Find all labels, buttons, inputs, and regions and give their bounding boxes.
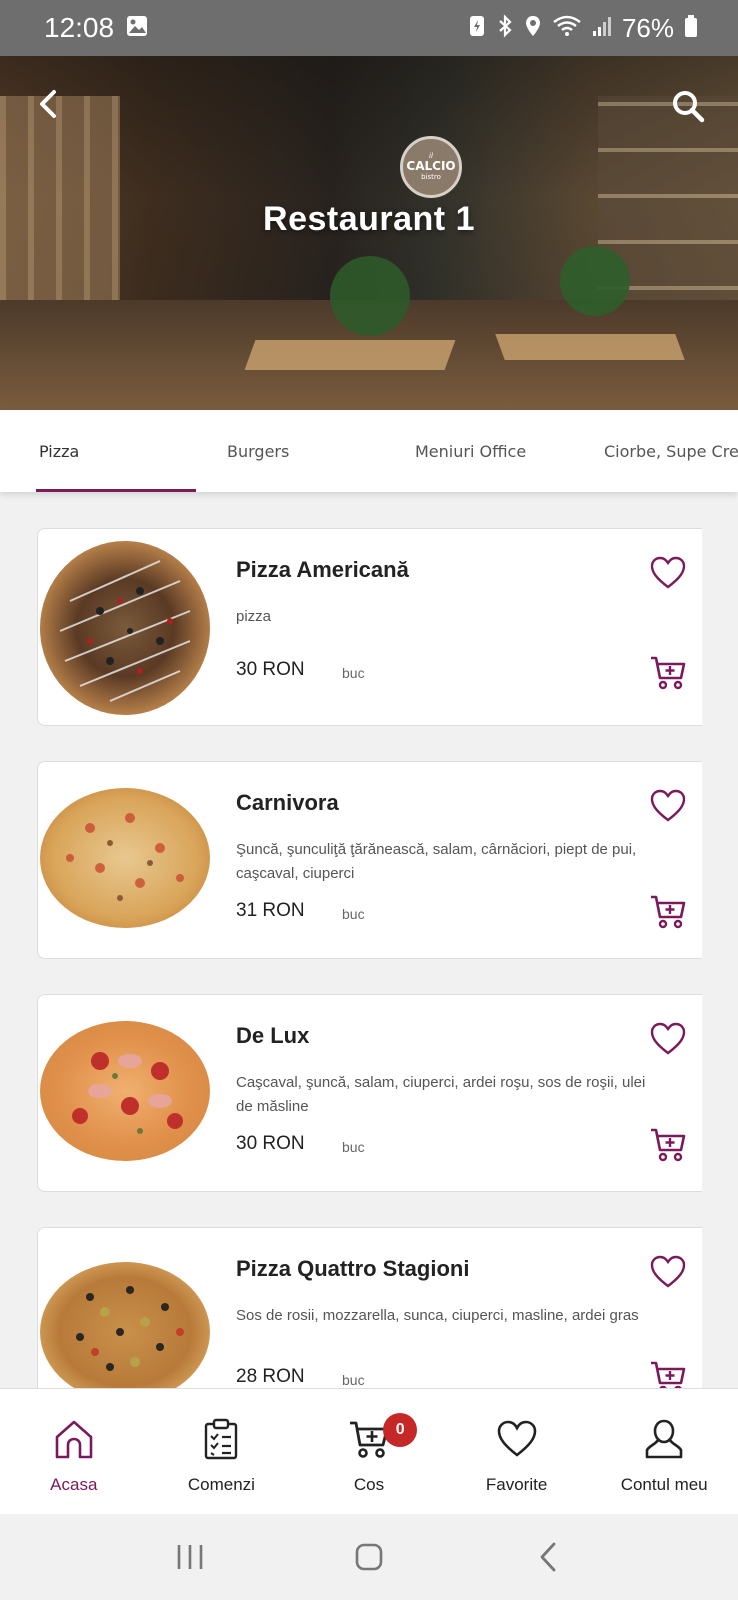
restaurant-title: Restaurant 1 [263, 200, 475, 238]
pizza-image [40, 1262, 210, 1402]
nav-cos[interactable]: 0 Cos [295, 1389, 443, 1514]
battery-percentage: 76% [621, 12, 674, 43]
favorite-button[interactable] [648, 1252, 688, 1292]
home-system-button[interactable] [344, 1532, 394, 1582]
hero-decor [330, 256, 410, 336]
product-unit: buc [342, 1372, 365, 1388]
category-tabs: Pizza Burgers Meniuri Office Ciorbe, Sup… [0, 410, 738, 492]
product-price: 28 RON [236, 1366, 305, 1387]
product-description: Şuncă, şunculiţă ţărănească, salam, cârn… [236, 841, 637, 882]
tab-pizza[interactable]: Pizza [39, 410, 79, 492]
product-card[interactable]: Carnivora Şuncă, şunculiţă ţărănească, s… [37, 761, 702, 959]
hero-decor [495, 334, 685, 360]
cart-count-badge: 0 [383, 1413, 418, 1447]
nav-favorite[interactable]: Favorite [443, 1389, 591, 1514]
battery-icon [684, 14, 698, 42]
signal-icon [592, 14, 612, 42]
product-price: 30 RON [236, 659, 305, 680]
back-system-button[interactable] [523, 1532, 573, 1582]
search-icon [673, 91, 705, 123]
product-image [38, 529, 210, 725]
hero-decor [560, 246, 630, 316]
favorite-button[interactable] [648, 786, 688, 826]
logo-text-name: CALCIO [406, 159, 456, 174]
chevron-left-icon [40, 90, 56, 118]
battery-saver-icon [468, 14, 486, 42]
add-to-cart-button[interactable] [648, 892, 688, 932]
product-image [38, 762, 210, 958]
back-arrow-icon [540, 1542, 556, 1572]
pizza-image [40, 788, 210, 928]
recent-apps-button[interactable] [165, 1532, 215, 1582]
product-price: 30 RON [236, 1133, 305, 1154]
product-unit: buc [342, 1139, 365, 1155]
cart-plus-icon [651, 656, 686, 690]
nav-contul-meu[interactable]: Contul meu [590, 1389, 738, 1514]
favorite-button[interactable] [648, 1019, 688, 1059]
bluetooth-icon [496, 14, 514, 42]
gallery-icon [126, 15, 148, 41]
clipboard-icon [199, 1417, 243, 1461]
add-to-cart-button[interactable] [648, 653, 688, 693]
product-card[interactable]: Pizza Americană pizza 30 RON buc [37, 528, 702, 726]
logo-text-sub: bistro [421, 172, 441, 181]
restaurant-logo: il CALCIO bistro [400, 136, 462, 198]
hero-decor [244, 340, 456, 370]
home-icon [52, 1417, 96, 1461]
nav-label: Favorite [485, 1475, 548, 1494]
product-description: Sos de rosii, mozzarella, sunca, ciuperc… [236, 1307, 639, 1324]
product-name: Pizza Americană [236, 557, 409, 582]
heart-icon [650, 789, 686, 822]
add-to-cart-button[interactable] [648, 1125, 688, 1165]
product-name: De Lux [236, 1023, 310, 1048]
bottom-navigation: Acasa Comenzi 0 Cos Favorite Contul meu [0, 1388, 738, 1514]
nav-label: Acasa [50, 1475, 98, 1494]
product-unit: buc [342, 665, 365, 681]
nav-label: Contul meu [620, 1475, 708, 1494]
tab-burgers[interactable]: Burgers [227, 410, 289, 492]
heart-icon [495, 1417, 539, 1461]
product-name: Carnivora [236, 790, 339, 815]
restaurant-header: il CALCIO bistro Restaurant 1 [0, 56, 738, 410]
status-bar: 12:08 76% [0, 0, 738, 56]
product-name: Pizza Quattro Stagioni [236, 1256, 470, 1281]
nav-label: Cos [353, 1475, 385, 1494]
search-button[interactable] [668, 86, 708, 126]
location-icon [524, 14, 542, 42]
product-description: pizza [236, 608, 272, 625]
tab-meniuri-office[interactable]: Meniuri Office [415, 410, 526, 492]
tab-ciorbe-supe-creme[interactable]: Ciorbe, Supe Creme [604, 410, 738, 492]
product-description: Caşcaval, şuncă, salam, ciuperci, ardei … [236, 1074, 646, 1115]
product-card[interactable]: De Lux Caşcaval, şuncă, salam, ciuperci,… [37, 994, 702, 1192]
active-tab-indicator [36, 489, 196, 492]
user-icon [642, 1417, 686, 1461]
product-unit: buc [342, 906, 365, 922]
heart-icon [650, 1255, 686, 1288]
home-square-icon [355, 1543, 383, 1571]
product-image [38, 995, 210, 1191]
status-time: 12:08 [44, 12, 115, 43]
heart-icon [650, 556, 686, 589]
product-price: 31 RON [236, 900, 305, 921]
recent-apps-icon [177, 1545, 202, 1569]
nav-label: Comenzi [187, 1475, 255, 1494]
back-button[interactable] [30, 86, 66, 122]
favorite-button[interactable] [648, 553, 688, 593]
cart-plus-icon [651, 895, 686, 929]
nav-acasa[interactable]: Acasa [0, 1389, 148, 1514]
cart-plus-icon [651, 1128, 686, 1162]
pizza-image [40, 1021, 210, 1161]
heart-icon [650, 1022, 686, 1055]
pizza-image [40, 541, 210, 715]
wifi-icon [552, 14, 582, 42]
nav-comenzi[interactable]: Comenzi [148, 1389, 296, 1514]
system-navigation-bar [0, 1514, 738, 1600]
